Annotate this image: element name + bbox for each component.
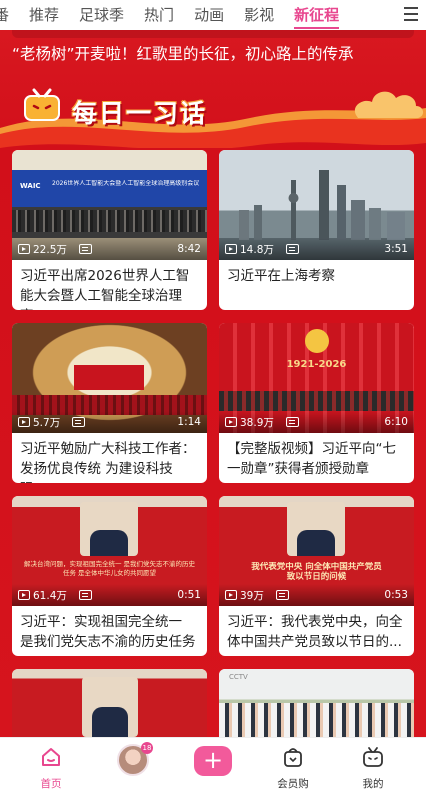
video-meta: 38.9万 6:10 (219, 411, 414, 433)
video-thumbnail[interactable]: 解决台湾问题，实现祖国完全统一 是我们党矢志不渝的历史任务 是全体中华儿女的共同… (12, 496, 207, 606)
thumbnail-caption: CCTV (229, 673, 248, 681)
play-count-icon (18, 417, 30, 427)
video-card[interactable]: 我代表党中央 向全体中国共产党员 致以节日的问候 39万 0:53 习近平：我代… (219, 496, 414, 656)
video-duration: 0:51 (177, 589, 201, 601)
publish-button[interactable]: + (194, 746, 232, 776)
video-card[interactable]: 1921-2026 38.9万 6:10 【完整版视频】习近平向“七一勋章”获得… (219, 323, 414, 483)
banner-edge (12, 30, 414, 38)
speaker-suit (92, 707, 128, 737)
crowd-graphic (12, 210, 207, 232)
video-card[interactable] (12, 669, 207, 737)
menu-icon[interactable] (404, 7, 418, 21)
tab-anime[interactable]: 动画 (184, 0, 234, 30)
avatar-badge: 18 (141, 742, 153, 754)
video-meta: 39万 0:53 (219, 584, 414, 606)
video-card[interactable]: 解决台湾问题，实现祖国完全统一 是我们党矢志不渝的历史任务 是全体中华儿女的共同… (12, 496, 207, 656)
crowd-graphic (219, 703, 414, 737)
video-meta: 5.7万 1:14 (12, 411, 207, 433)
thumbnail-caption: 1921-2026 (286, 359, 347, 370)
speaker-suit (90, 530, 128, 556)
tab-hot[interactable]: 热门 (134, 0, 184, 30)
video-thumbnail[interactable]: CCTV (219, 669, 414, 737)
video-duration: 6:10 (384, 416, 408, 428)
view-count: 5.7万 (33, 416, 61, 429)
video-card[interactable]: 5.7万 1:14 习近平勉励广大科技工作者：发扬优良传统 为建设科技强... (12, 323, 207, 483)
video-title[interactable]: 【完整版视频】习近平向“七一勋章”获得者颁授勋章 (219, 433, 414, 483)
video-title[interactable]: 习近平：我代表党中央，向全体中国共产党员致以节日的... (219, 606, 414, 656)
nav-home[interactable]: 首页 (16, 744, 86, 790)
tab-recommend[interactable]: 推荐 (19, 0, 69, 30)
tab-football[interactable]: 足球季 (69, 0, 134, 30)
video-thumbnail[interactable]: 5.7万 1:14 (12, 323, 207, 433)
waic-logo: WAIC (20, 182, 41, 190)
nav-home-label: 首页 (40, 778, 62, 790)
video-duration: 1:14 (177, 416, 201, 428)
video-title[interactable]: 习近平出席2026世界人工智能大会暨人工智能全球治理高... (12, 260, 207, 310)
nav-mine[interactable]: 我的 (338, 744, 408, 790)
home-icon (42, 748, 60, 766)
video-meta: 22.5万 8:42 (12, 238, 207, 260)
video-meta: 14.8万 3:51 (219, 238, 414, 260)
play-count-icon (225, 417, 237, 427)
video-title[interactable]: 习近平勉励广大科技工作者：发扬优良传统 为建设科技强... (12, 433, 207, 483)
danmaku-icon (285, 417, 299, 427)
nav-vip-shop[interactable]: 会员购 (258, 744, 328, 790)
video-duration: 8:42 (177, 243, 201, 255)
video-title[interactable]: 习近平在上海考察 (219, 260, 414, 310)
play-count-icon (225, 590, 237, 600)
speaker-suit (297, 530, 335, 556)
view-count: 14.8万 (240, 243, 274, 256)
tv-icon (24, 88, 60, 121)
video-thumbnail[interactable]: 我代表党中央 向全体中国共产党员 致以节日的问候 39万 0:53 (219, 496, 414, 606)
video-title[interactable]: 习近平：实现祖国完全统一 是我们党矢志不渝的历史任务 (12, 606, 207, 656)
video-card[interactable]: WAIC 2026世界人工智能大会暨人工智能全球治理高级别会议 22.5万 8:… (12, 150, 207, 310)
top-tab-bar: 番 推荐 足球季 热门 动画 影视 新征程 (0, 0, 426, 30)
video-duration: 3:51 (384, 243, 408, 255)
video-thumbnail[interactable]: 14.8万 3:51 (219, 150, 414, 260)
nav-vip-label: 会员购 (277, 778, 309, 790)
view-count: 39万 (240, 589, 264, 602)
danmaku-icon (275, 590, 289, 600)
danmaku-icon (285, 244, 299, 254)
danmaku-icon (72, 417, 86, 427)
video-thumbnail[interactable]: WAIC 2026世界人工智能大会暨人工智能全球治理高级别会议 22.5万 8:… (12, 150, 207, 260)
play-count-icon (225, 244, 237, 254)
tv-profile-icon (363, 747, 383, 767)
video-duration: 0:53 (384, 589, 408, 601)
view-count: 22.5万 (33, 243, 67, 256)
bottom-navigation: 首页 18 + 会员购 我的 (0, 737, 426, 800)
thumbnail-caption: 2026世界人工智能大会暨人工智能全球治理高级别会议 (52, 180, 200, 187)
tab-partial[interactable]: 番 (0, 0, 19, 30)
nav-mine-label: 我的 (362, 778, 384, 790)
view-count: 38.9万 (240, 416, 274, 429)
video-thumbnail[interactable] (12, 669, 207, 737)
tab-new-journey[interactable]: 新征程 (284, 0, 349, 30)
view-count: 61.4万 (33, 589, 67, 602)
play-count-icon (18, 590, 30, 600)
play-count-icon (18, 244, 30, 254)
thumbnail-caption: 解决台湾问题，实现祖国完全统一 是我们党矢志不渝的历史任务 是全体中华儿女的共同… (23, 560, 196, 577)
cloud-decoration (354, 91, 424, 118)
shopping-bag-icon (284, 748, 302, 767)
tab-film[interactable]: 影视 (234, 0, 284, 30)
video-thumbnail[interactable]: 1921-2026 38.9万 6:10 (219, 323, 414, 433)
danmaku-icon (78, 244, 92, 254)
section-header: 每日一习话 (0, 80, 426, 148)
stage-graphic (74, 365, 144, 390)
video-card[interactable]: CCTV (219, 669, 414, 737)
video-meta: 61.4万 0:51 (12, 584, 207, 606)
danmaku-icon (78, 590, 92, 600)
section-title: 每日一习话 (72, 99, 208, 128)
emblem-graphic (305, 329, 329, 353)
video-card[interactable]: 14.8万 3:51 习近平在上海考察 (219, 150, 414, 310)
headline-text[interactable]: “老杨树”开麦啦！红歌里的长征，初心路上的传承 (12, 42, 414, 64)
crowd-graphic (219, 391, 414, 411)
